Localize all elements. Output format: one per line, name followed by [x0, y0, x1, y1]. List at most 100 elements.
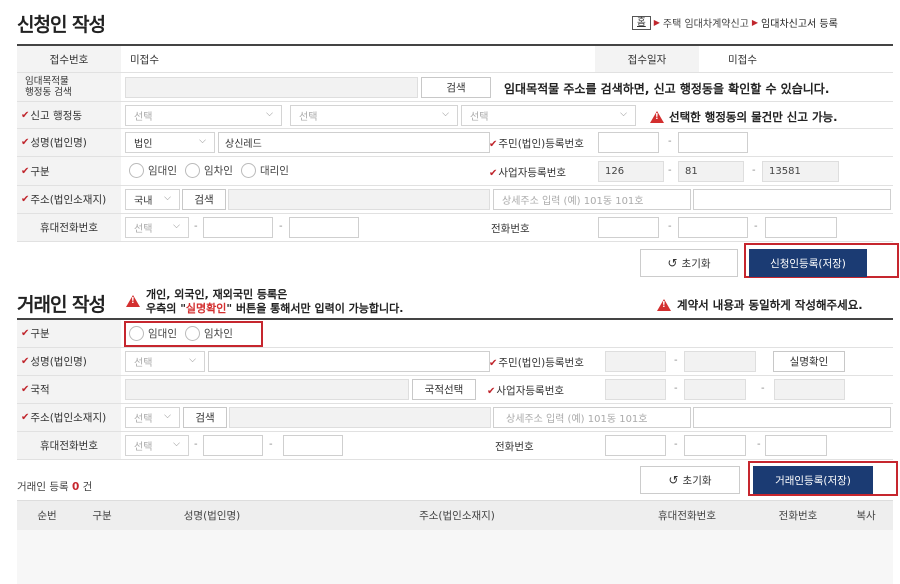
mobile-prefix-select[interactable]: 선택 ⌵ [125, 217, 189, 238]
cp-biz-no-label: ✔사업자등록번호 [487, 385, 565, 397]
cp-mobile-input-2[interactable] [203, 435, 263, 456]
mobile-input-3[interactable] [289, 217, 359, 238]
cp-nationality-input[interactable] [125, 379, 409, 400]
cp-name-label-text: 성명(법인명) [30, 356, 87, 368]
counterparty-title: 거래인 작성 [17, 294, 106, 316]
cp-address-search-button[interactable]: 검색 [183, 407, 227, 428]
chevron-down-icon: ⌵ [199, 136, 206, 146]
phone-input-2[interactable] [678, 217, 748, 238]
type-label-text: 구분 [30, 165, 50, 178]
reg-no-label: ✔주민(법인)등록번호 [489, 138, 584, 150]
name-type-select[interactable]: 법인 ⌵ [125, 132, 215, 153]
property-address-input[interactable] [125, 77, 418, 98]
cp-address-select[interactable]: 선택 ⌵ [125, 407, 180, 428]
required-check-icon: ✔ [21, 109, 30, 121]
counterparty-reset-button[interactable]: ↺ 초기화 [640, 466, 740, 494]
cp-address-input[interactable] [229, 407, 491, 428]
mobile-input-2[interactable] [203, 217, 273, 238]
property-label-line2: 행정동 검색 [25, 87, 72, 98]
cp-phone-input-2[interactable] [684, 435, 746, 456]
cp-name-label: ✔ 성명(법인명) [17, 348, 121, 375]
dash: - [757, 439, 761, 450]
radio-tenant[interactable]: 임차인 [184, 163, 233, 178]
required-check-icon: ✔ [21, 328, 30, 339]
breadcrumb-step1[interactable]: 주택 임대차계약신고 [663, 15, 749, 30]
biz-no-input-1[interactable]: 126 [598, 161, 664, 182]
receipt-no-value: 미접수 [130, 53, 159, 66]
cp-biz-no-input-3[interactable] [774, 379, 845, 400]
chevron-down-icon: ⌵ [164, 411, 171, 421]
cp-phone-label: 전화번호 [495, 441, 534, 453]
breadcrumb-home[interactable]: 홈 [632, 15, 651, 30]
cp-reg-no-label: ✔주민(법인)등록번호 [489, 357, 584, 369]
reset-icon: ↺ [667, 256, 678, 270]
cp-phone-input-1[interactable] [605, 435, 666, 456]
cp-address-extra-input[interactable] [693, 407, 891, 428]
cp-reg-no-input-1[interactable] [605, 351, 666, 372]
district-select-2[interactable]: 선택 ⌵ [290, 105, 458, 126]
radio-agent[interactable]: 대리인 [240, 163, 289, 178]
radio-landlord[interactable]: 임대인 [129, 163, 177, 178]
property-row: 임대목적물 행정동 검색 검색 임대목적물 주소를 검색하면, 신고 행정동을 … [17, 73, 893, 102]
col-copy: 복사 [856, 510, 876, 522]
required-check-icon: ✔ [21, 165, 30, 177]
receipt-no-label: 접수번호 [17, 46, 121, 72]
dash: - [674, 355, 678, 366]
dash: - [194, 221, 198, 232]
cp-address-label: ✔ 주소(법인소재지) [17, 404, 121, 431]
chevron-down-icon: ⌵ [164, 193, 171, 203]
chevron-down-icon: ⌵ [173, 221, 180, 231]
phone-input-1[interactable] [598, 217, 659, 238]
name-input[interactable]: 상신레드 [218, 132, 490, 153]
nationality-select-button[interactable]: 국적선택 [412, 379, 476, 400]
address-detail-input[interactable]: 상세주소 입력 (예) 101동 101호 [493, 189, 691, 210]
required-check-icon: ✔ [21, 137, 30, 148]
cp-address-detail-input[interactable]: 상세주소 입력 (예) 101동 101호 [493, 407, 691, 428]
address-search-button[interactable]: 검색 [182, 189, 226, 210]
type-label: ✔ 구분 [17, 157, 121, 185]
cp-phone-input-3[interactable] [765, 435, 827, 456]
reg-no-input-2[interactable] [678, 132, 748, 153]
dash: - [194, 439, 198, 450]
mobile-label: 휴대전화번호 [17, 214, 121, 241]
applicant-reset-button[interactable]: ↺ 초기화 [640, 249, 738, 277]
cp-mobile-label: 휴대전화번호 [17, 432, 121, 459]
reg-no-input-1[interactable] [598, 132, 659, 153]
address-extra-input[interactable] [693, 189, 891, 210]
name-label: ✔ 성명(법인명) [17, 129, 121, 156]
receipt-date-value: 미접수 [728, 53, 757, 66]
property-search-button[interactable]: 검색 [421, 77, 491, 98]
mobile-row: 휴대전화번호 선택 ⌵ - - 전화번호 - - [17, 214, 893, 242]
cp-type-label-text: 구분 [30, 328, 50, 340]
district-label-text: 신고 행정동 [30, 109, 83, 122]
phone-input-3[interactable] [765, 217, 837, 238]
cp-name-select[interactable]: 선택 ⌵ [125, 351, 205, 372]
address-country-select[interactable]: 국내 ⌵ [125, 189, 180, 210]
cp-mobile-prefix-select[interactable]: 선택 ⌵ [125, 435, 189, 456]
cp-biz-no-input-1[interactable] [605, 379, 666, 400]
col-address: 주소(법인소재지) [419, 510, 495, 522]
required-check-icon: ✔ [21, 194, 30, 205]
biz-no-input-3[interactable]: 13581 [762, 161, 839, 182]
district-select-3[interactable]: 선택 ⌵ [461, 105, 636, 126]
breadcrumb: 홈 ▶ 주택 임대차계약신고 ▶ 임대차신고서 등록 [632, 15, 838, 30]
cp-reg-no-input-2[interactable] [684, 351, 756, 372]
address-label-text: 주소(법인소재지) [30, 194, 107, 206]
counterparty-save-button[interactable]: 거래인등록(저장) [753, 466, 873, 494]
cp-name-input[interactable] [208, 351, 490, 372]
radio-circle [184, 163, 200, 178]
address-input[interactable] [228, 189, 490, 210]
cp-nationality-label: ✔ 국적 [17, 376, 121, 403]
highlight-box [124, 321, 263, 347]
verify-name-button[interactable]: 실명확인 [773, 351, 845, 372]
chevron-down-icon: ⌵ [620, 109, 627, 119]
biz-no-input-2[interactable]: 81 [678, 161, 744, 182]
district-select-1[interactable]: 선택 ⌵ [125, 105, 282, 126]
counterparty-notice: 개인, 외국인, 재외국민 등록은 우측의 "실명확인" 버튼을 통해서만 입력… [146, 288, 403, 316]
applicant-save-button[interactable]: 신청인등록(저장) [749, 249, 867, 277]
col-name: 성명(법인명) [183, 510, 241, 522]
cp-biz-no-input-2[interactable] [684, 379, 746, 400]
required-check-icon: ✔ [21, 412, 30, 423]
counterparty-right-notice: 계약서 내용과 동일하게 작성해주세요. [657, 297, 863, 313]
cp-mobile-input-3[interactable] [283, 435, 343, 456]
